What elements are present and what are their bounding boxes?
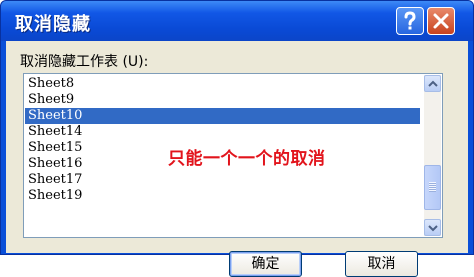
- list-item[interactable]: Sheet19: [25, 188, 420, 204]
- grip-icon: [429, 182, 436, 192]
- help-button[interactable]: [396, 7, 424, 35]
- list-item[interactable]: Sheet17: [25, 172, 420, 188]
- chevron-up-icon: [428, 80, 438, 87]
- title-bar[interactable]: 取消隐藏: [1, 1, 473, 41]
- list-item[interactable]: Sheet14: [25, 124, 420, 140]
- annotation-text: 只能一个一个的取消: [168, 149, 326, 169]
- scroll-down-button[interactable]: [424, 219, 441, 236]
- unhide-sheet-label: 取消隐藏工作表 (U):: [20, 54, 149, 70]
- scroll-thumb[interactable]: [424, 165, 441, 210]
- list-item-selected[interactable]: Sheet10: [25, 108, 420, 124]
- dialog-window: 取消隐藏 取消隐藏工作表 (U): Sheet8 Sheet9 Sheet10 …: [0, 0, 474, 277]
- dialog-body: 取消隐藏工作表 (U): Sheet8 Sheet9 Sheet10 Sheet…: [6, 41, 468, 277]
- close-x-icon: [433, 13, 449, 29]
- list-item[interactable]: Sheet8: [25, 76, 420, 92]
- scroll-up-button[interactable]: [424, 75, 441, 92]
- sheet-list: Sheet8 Sheet9 Sheet10 Sheet14 Sheet15 Sh…: [25, 76, 420, 204]
- question-mark-icon: [404, 11, 416, 30]
- vertical-scrollbar[interactable]: [424, 75, 441, 236]
- list-item[interactable]: Sheet9: [25, 92, 420, 108]
- chevron-down-icon: [428, 225, 438, 232]
- close-button[interactable]: [427, 7, 455, 35]
- dialog-title: 取消隐藏: [15, 14, 91, 35]
